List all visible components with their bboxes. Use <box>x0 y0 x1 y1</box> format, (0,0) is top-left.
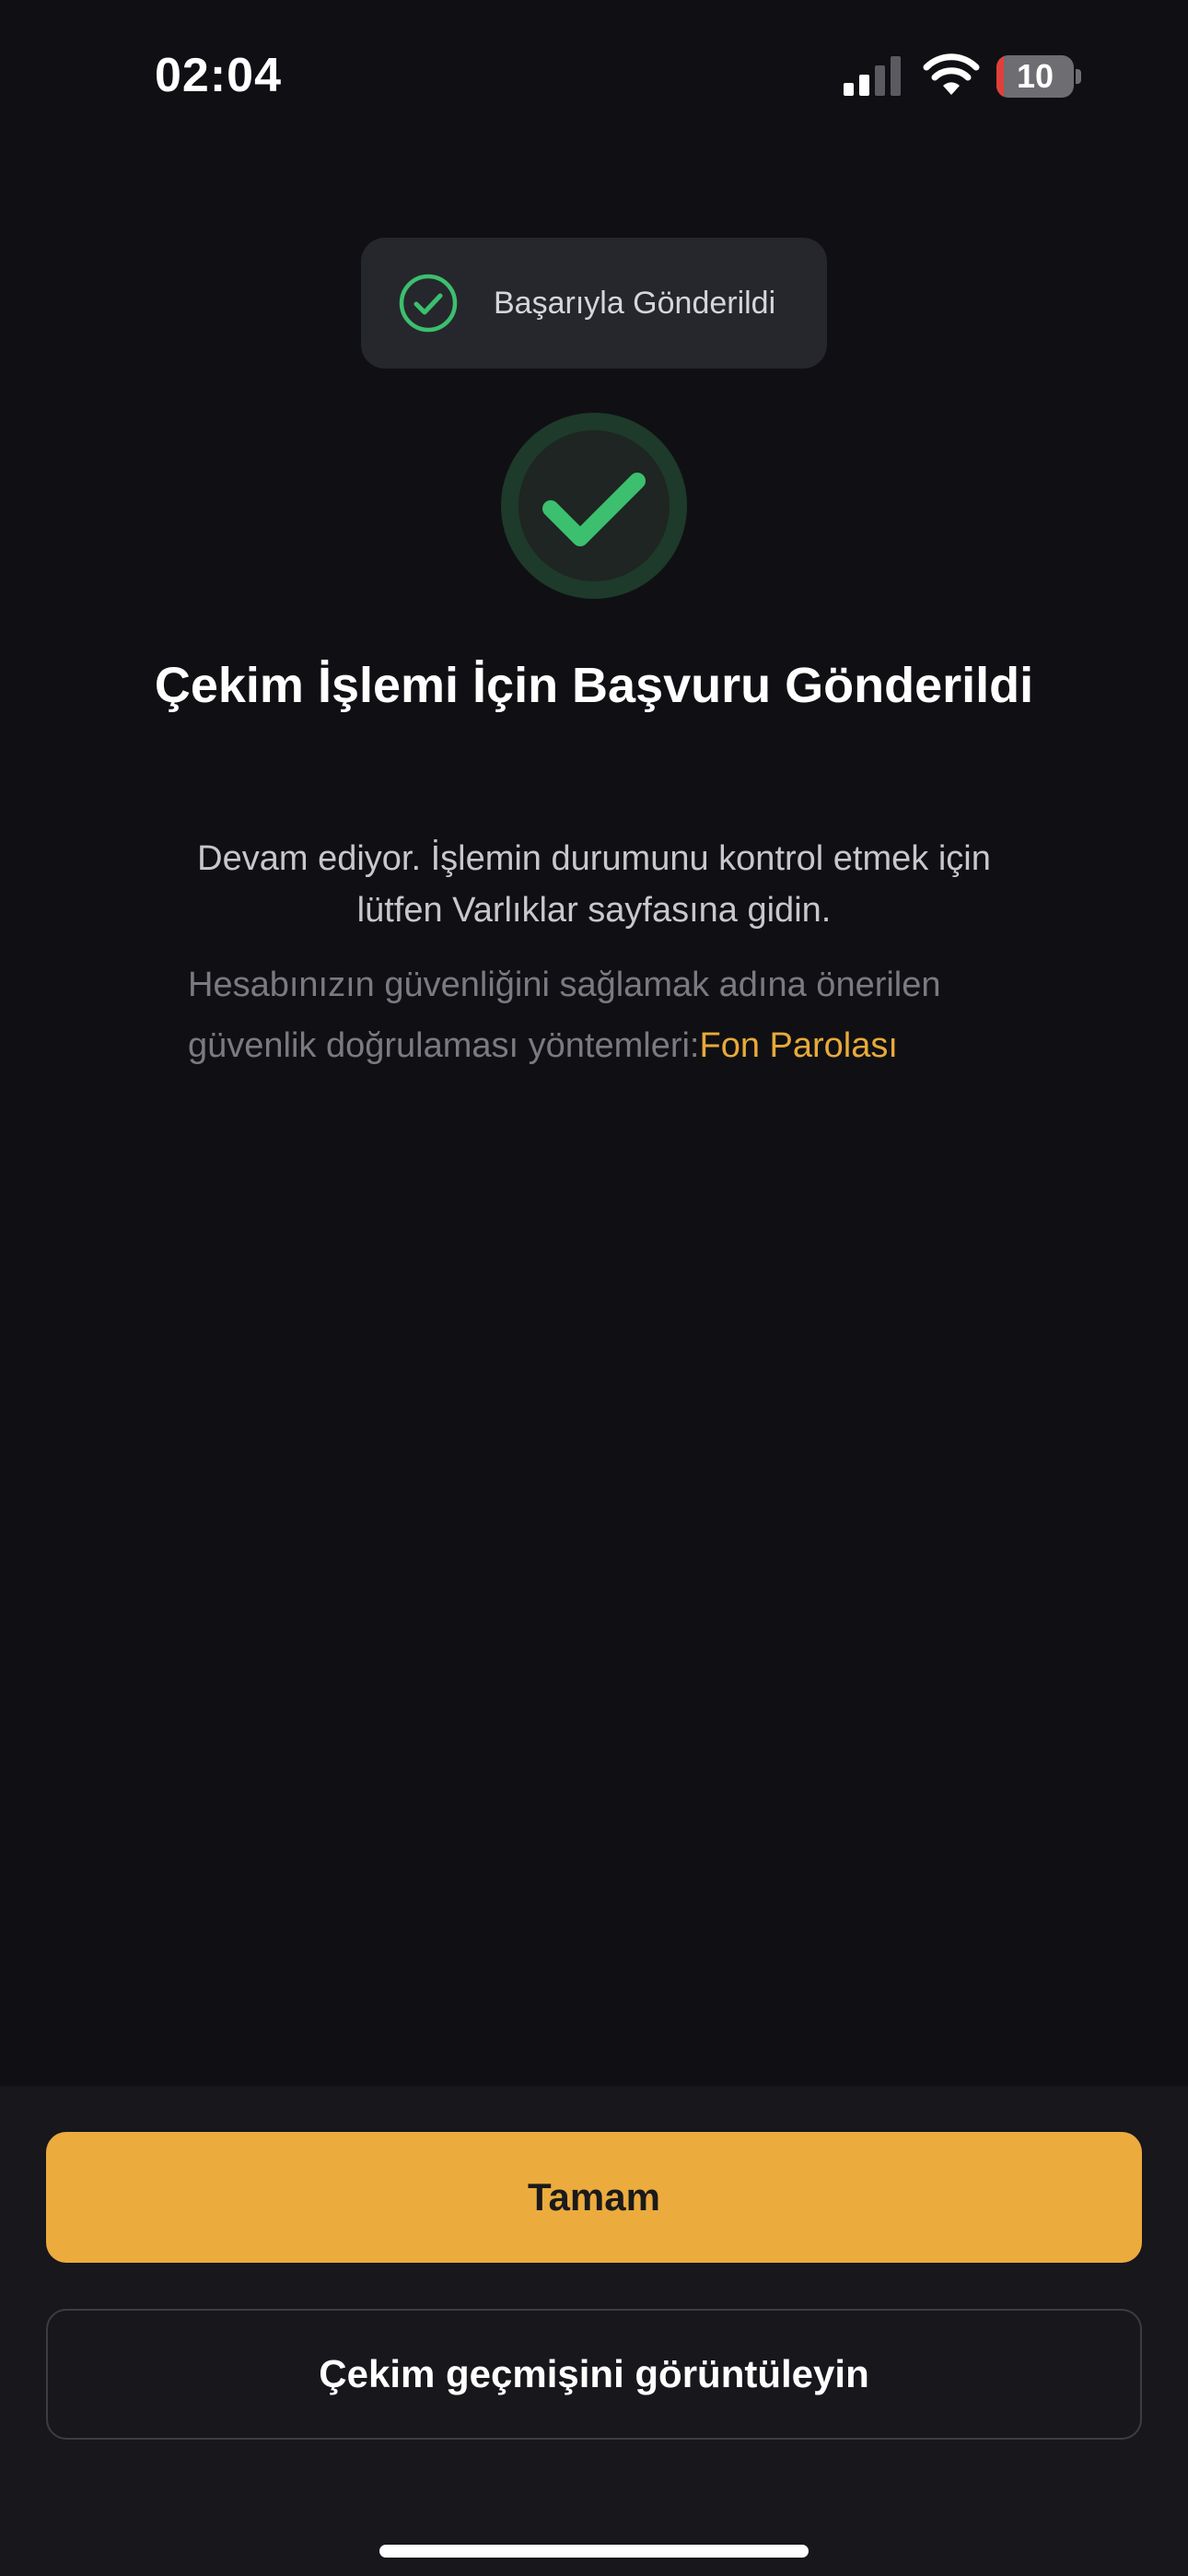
battery-icon: 10 <box>996 55 1081 98</box>
wifi-icon <box>923 53 980 95</box>
battery-percentage: 10 <box>1016 57 1054 95</box>
cellular-signal-icon <box>844 56 901 96</box>
success-toast: Başarıyla Gönderildi <box>361 238 827 369</box>
status-description: Devam ediyor. İşlemin durumunu kontrol e… <box>197 839 991 930</box>
home-indicator[interactable] <box>379 2545 809 2558</box>
page-title: Çekim İşlemi İçin Başvuru Gönderildi <box>154 658 1034 713</box>
ok-button[interactable]: Tamam <box>46 2132 1142 2263</box>
check-circle-icon <box>399 274 458 333</box>
status-time: 02:04 <box>155 49 282 102</box>
view-withdrawal-history-button[interactable]: Çekim geçmişini görüntüleyin <box>46 2309 1142 2440</box>
checkmark-icon <box>501 413 687 599</box>
toast-message: Başarıyla Gönderildi <box>494 286 776 321</box>
bottom-action-panel: Tamam Çekim geçmişini görüntüleyin <box>0 2086 1188 2576</box>
status-bar: 02:04 10 <box>0 0 1188 157</box>
security-recommendation: Hesabınızın güvenliğini sağlamak adına ö… <box>188 954 998 1076</box>
fund-password-link[interactable]: Fon Parolası <box>700 1026 898 1065</box>
